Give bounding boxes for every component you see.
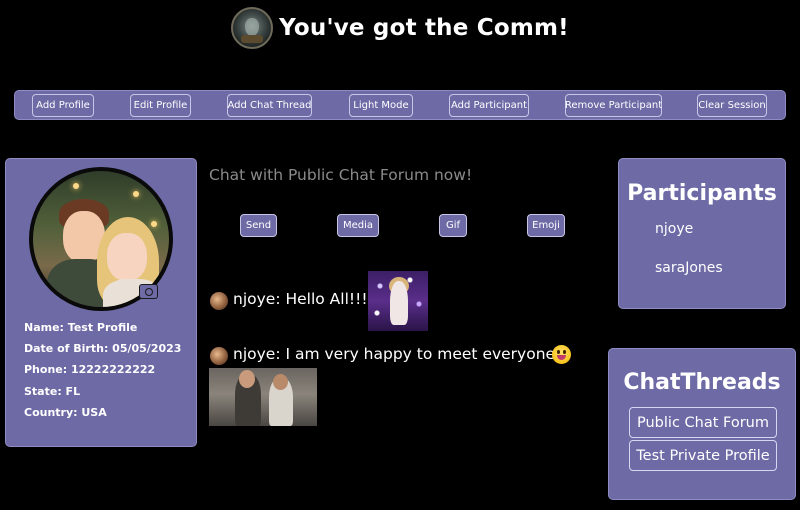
camera-icon[interactable] (139, 284, 158, 299)
profile-country: Country: USA (24, 405, 107, 419)
chat-threads-panel: ChatThreads Public Chat Forum Test Priva… (608, 348, 796, 500)
profile-dob: Date of Birth: 05/05/2023 (24, 342, 182, 356)
profile-info: Name: Test Profile Date of Birth: 05/05/… (24, 321, 196, 427)
profile-name: Name: Test Profile (24, 321, 138, 334)
smiling-face-tongue-icon (552, 345, 571, 364)
emoji-button[interactable]: Emoji (527, 214, 565, 237)
profile-phone: Phone: 12222222222 (24, 363, 156, 377)
app-header: You've got the Comm! (0, 0, 800, 56)
light-mode-button[interactable]: Light Mode (349, 94, 413, 117)
gif-button[interactable]: Gif (439, 214, 467, 237)
message-avatar-icon (210, 347, 228, 365)
app-root: You've got the Comm! Add Profile Edit Pr… (0, 0, 800, 510)
send-button[interactable]: Send (240, 214, 277, 237)
participants-title: Participants (627, 181, 777, 206)
remove-participant-button[interactable]: Remove Participant (565, 94, 662, 117)
clear-session-button[interactable]: Clear Session (697, 94, 767, 117)
office-gif-image (209, 368, 317, 426)
add-participant-button[interactable]: Add Participant (449, 94, 529, 117)
message-text: njoye: Hello All!!! (233, 290, 368, 308)
shield-emblem-icon (231, 7, 274, 49)
chat-threads-title: ChatThreads (623, 370, 781, 395)
page-title: You've got the Comm! (279, 15, 569, 41)
participant-item: njoye (655, 221, 694, 237)
participant-item: saraJones (655, 260, 723, 276)
message-text: njoye: I am very happy to meet everyone (233, 345, 556, 363)
edit-profile-button[interactable]: Edit Profile (130, 94, 191, 117)
chat-heading: Chat with Public Chat Forum now! (209, 166, 473, 184)
thread-test-private-profile[interactable]: Test Private Profile (629, 440, 777, 471)
toolbar: Add Profile Edit Profile Add Chat Thread… (14, 90, 786, 120)
thread-public-chat-forum[interactable]: Public Chat Forum (629, 407, 777, 438)
message-avatar-icon (210, 292, 228, 310)
profile-card: Name: Test Profile Date of Birth: 05/05/… (5, 158, 197, 447)
profile-state: State: FL (24, 384, 81, 398)
media-button[interactable]: Media (337, 214, 379, 237)
add-chat-thread-button[interactable]: Add Chat Thread (227, 94, 312, 117)
add-profile-button[interactable]: Add Profile (32, 94, 94, 117)
participants-panel: Participants njoye saraJones (618, 158, 786, 309)
party-gif-image (368, 271, 428, 331)
